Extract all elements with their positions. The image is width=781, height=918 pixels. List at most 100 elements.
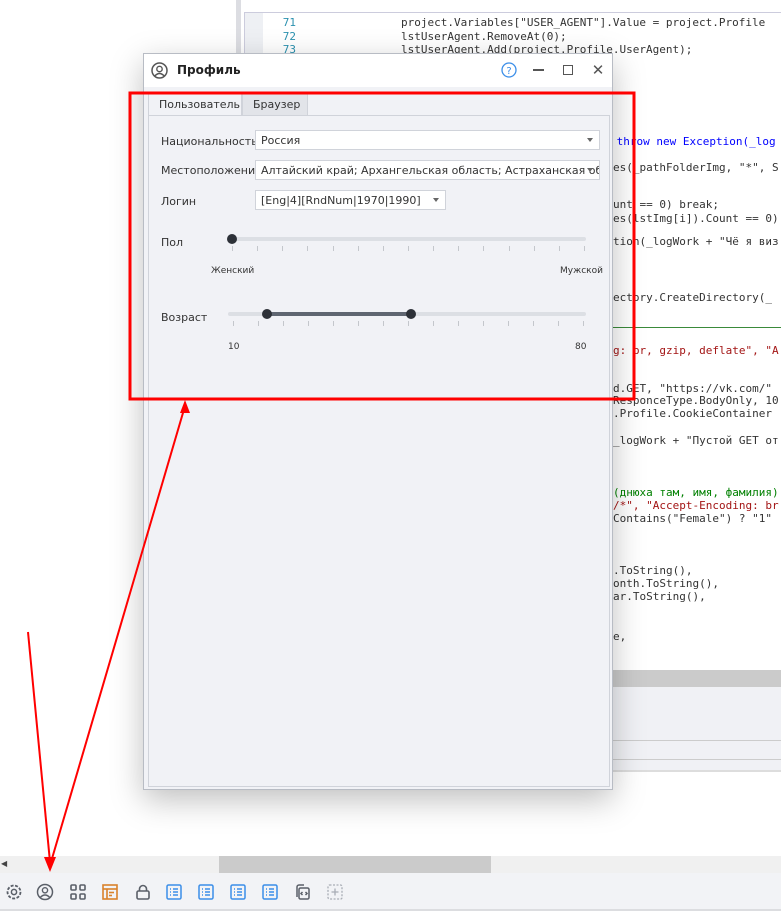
editor-scrollbar[interactable] xyxy=(613,670,781,687)
profile-dialog: Профиль ? ✕ Пользователь Браузер Национа… xyxy=(143,53,613,790)
location-label: Местоположение xyxy=(161,164,262,177)
code-fragment: ar.ToString(), xyxy=(613,590,706,603)
nationality-value: Россия xyxy=(261,134,301,147)
code-fragment: unt == 0) break; xyxy=(613,198,719,211)
code-fragment: ResponceType.BodyOnly, 10 xyxy=(613,394,779,407)
scroll-left-icon[interactable]: ◀ xyxy=(1,859,7,868)
code-fragment: es(_pathFolderImg, "*", S xyxy=(613,161,779,174)
nationality-label: Национальность xyxy=(161,135,258,148)
files-icon[interactable] xyxy=(293,883,311,901)
title-bar[interactable]: Профиль ? ✕ xyxy=(144,54,612,87)
profile-icon xyxy=(151,62,168,79)
tick-mark xyxy=(558,246,560,251)
location-value: Алтайский край; Архангельская область; А… xyxy=(261,164,600,177)
scrollbar-thumb[interactable] xyxy=(219,856,491,873)
tick-mark xyxy=(232,246,233,251)
grid-icon[interactable] xyxy=(69,883,87,901)
tick-mark xyxy=(358,321,359,326)
tick-mark xyxy=(508,246,510,251)
divider xyxy=(613,740,781,741)
list-icon[interactable] xyxy=(229,883,247,901)
code-fragment: (днюха там, имя, фамилия) xyxy=(613,486,779,499)
minimize-icon xyxy=(532,69,544,71)
code-fragment: throw new Exception(_log xyxy=(610,135,776,148)
minimize-button[interactable] xyxy=(528,60,548,80)
tick-mark xyxy=(583,321,584,326)
code-fragment: es(lstImg[i]).Count == 0) xyxy=(613,212,779,225)
tick-mark xyxy=(233,321,234,326)
close-button[interactable]: ✕ xyxy=(588,60,608,80)
gender-label: Пол xyxy=(161,236,184,249)
age-ticks xyxy=(233,321,585,326)
help-button[interactable]: ? xyxy=(499,60,519,80)
tick-mark xyxy=(357,246,359,251)
tick-mark xyxy=(382,246,384,251)
tick-mark xyxy=(558,321,559,326)
login-value: [Eng|4][RndNum|1970|1990] xyxy=(261,194,421,207)
tick-mark xyxy=(408,246,409,251)
bottom-toolbar xyxy=(0,873,781,911)
gender-slider-thumb[interactable] xyxy=(227,234,237,244)
list-icon[interactable] xyxy=(197,883,215,901)
age-max-label: 80 xyxy=(575,342,587,352)
tick-mark xyxy=(258,321,259,326)
svg-text:?: ? xyxy=(506,66,511,77)
tick-mark xyxy=(458,246,460,251)
maximize-button[interactable] xyxy=(558,60,578,80)
line-number: 72 xyxy=(282,30,296,43)
tick-mark xyxy=(533,321,534,326)
tick-mark xyxy=(458,321,459,326)
add-icon[interactable] xyxy=(326,883,344,901)
age-slider-thumb-low[interactable] xyxy=(262,309,273,319)
code-fragment: /*", "Accept-Encoding: br xyxy=(613,499,779,512)
code-line: lstUserAgent.RemoveAt(0); xyxy=(401,30,567,43)
list-icon[interactable] xyxy=(165,883,183,901)
code-fragment: Contains("Female") ? "1" xyxy=(613,512,772,525)
tick-mark xyxy=(307,246,309,251)
gender-max-label: Мужской xyxy=(560,266,603,276)
age-label: Возраст xyxy=(161,311,208,324)
code-fragment: .ToString(), xyxy=(613,564,693,577)
code-fragment: g: br, gzip, deflate", "A xyxy=(613,344,779,357)
tab-browser[interactable]: Браузер xyxy=(242,92,308,116)
tick-mark xyxy=(383,321,384,326)
login-label: Логин xyxy=(161,195,197,208)
annotation-arrow xyxy=(27,631,51,863)
tick-mark xyxy=(483,246,485,251)
tick-mark xyxy=(533,246,535,251)
code-fragment: onth.ToString(), xyxy=(613,577,719,590)
age-slider-thumb-high[interactable] xyxy=(405,309,416,319)
divider xyxy=(613,759,781,760)
tick-mark xyxy=(584,246,585,251)
chevron-down-icon xyxy=(587,168,593,172)
dialog-title: Профиль xyxy=(177,63,241,77)
close-icon: ✕ xyxy=(591,61,605,79)
gender-ticks xyxy=(232,246,587,251)
user-tab-panel: Национальность Россия Местоположение Алт… xyxy=(148,115,610,787)
nationality-select[interactable]: Россия xyxy=(255,130,600,150)
tick-mark xyxy=(308,321,309,326)
layout-icon[interactable] xyxy=(101,883,119,901)
age-min-label: 10 xyxy=(228,342,240,352)
code-fragment: e, xyxy=(613,630,627,643)
location-select[interactable]: Алтайский край; Архангельская область; А… xyxy=(255,160,600,180)
chevron-down-icon xyxy=(587,138,593,142)
tick-mark xyxy=(282,246,284,251)
age-slider-range xyxy=(267,312,411,316)
tick-mark xyxy=(408,321,409,326)
tick-mark xyxy=(433,246,435,251)
tick-mark xyxy=(508,321,509,326)
list-icon[interactable] xyxy=(261,883,279,901)
gender-min-label: Женский xyxy=(211,266,255,276)
code-line: project.Variables["USER_AGENT"].Value = … xyxy=(401,16,766,29)
tab-user[interactable]: Пользователь xyxy=(148,92,242,116)
login-select[interactable]: [Eng|4][RndNum|1970|1990] xyxy=(255,190,446,210)
gender-slider-track[interactable] xyxy=(231,237,586,241)
lock-icon[interactable] xyxy=(134,883,152,901)
code-fragment: _logWork + "Пустой GET от xyxy=(613,434,779,447)
tick-mark xyxy=(483,321,484,326)
help-icon: ? xyxy=(501,62,517,78)
settings-icon[interactable] xyxy=(5,883,23,901)
separator-line xyxy=(613,327,781,328)
profile-icon[interactable] xyxy=(36,883,54,901)
